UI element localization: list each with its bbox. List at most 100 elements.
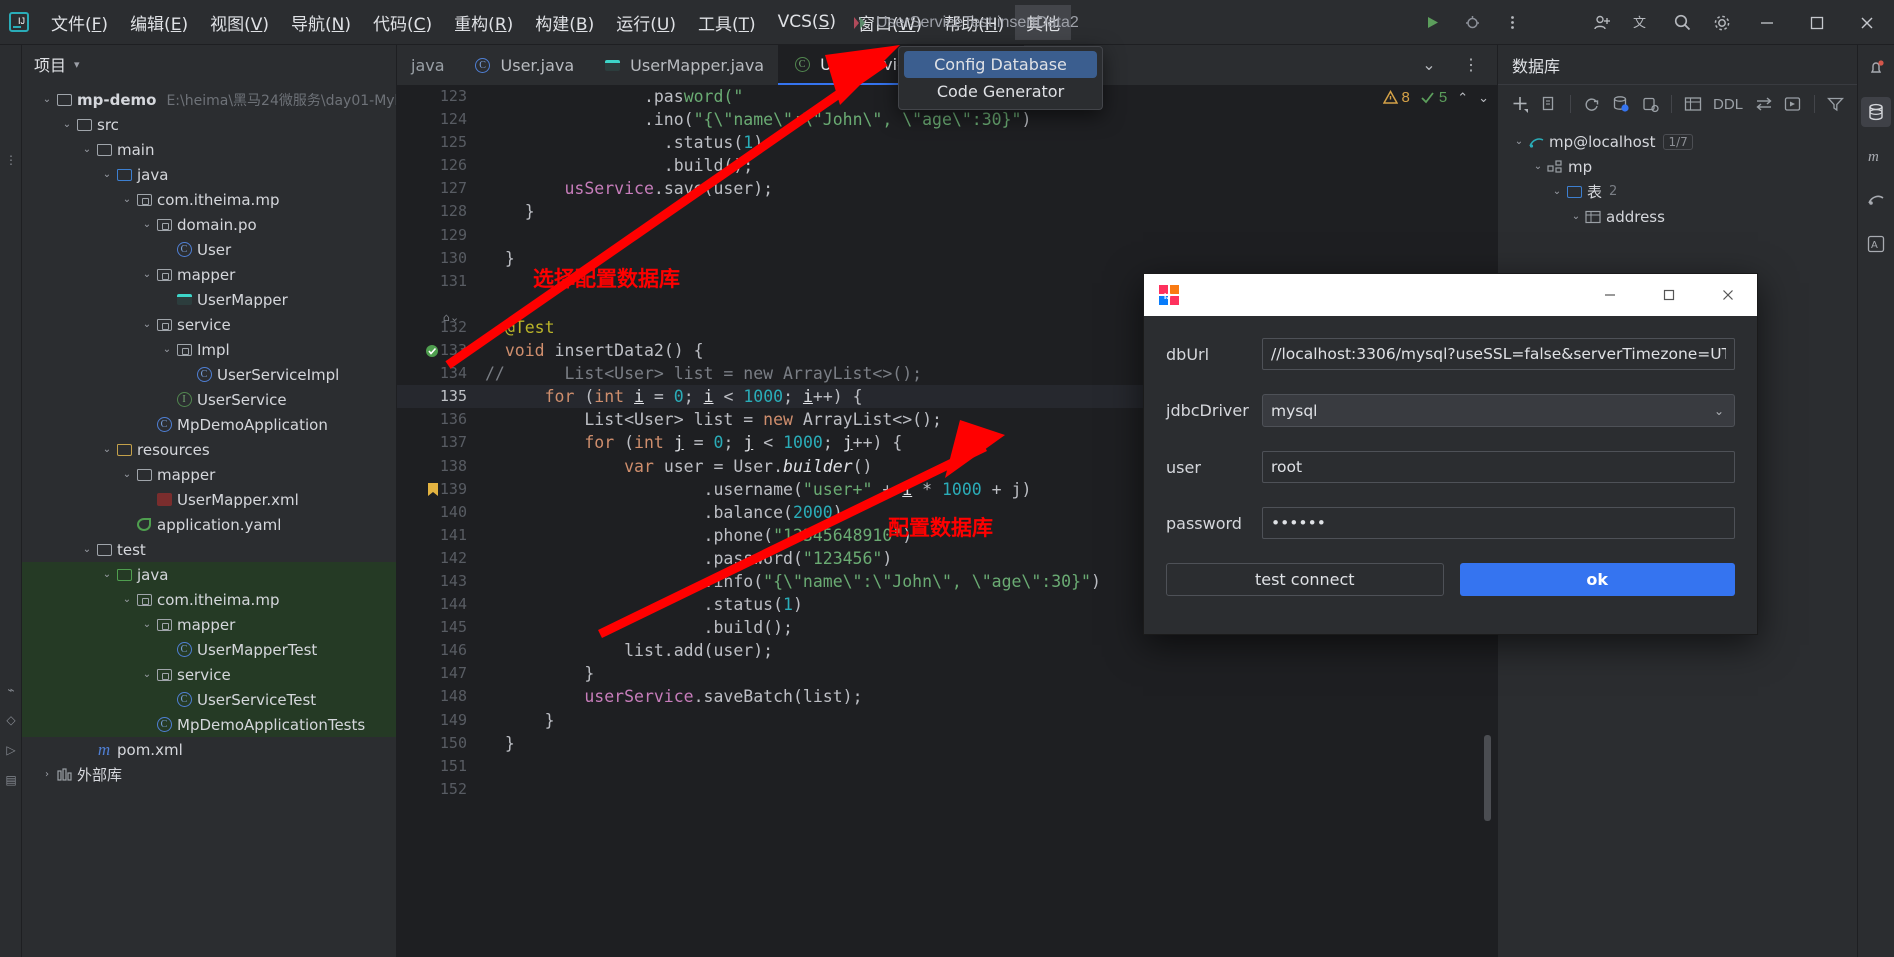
translation-tool-icon[interactable]: A <box>1861 229 1891 259</box>
dburl-input[interactable] <box>1262 338 1735 370</box>
search-icon[interactable] <box>1664 5 1700 41</box>
project-tree-item[interactable]: ⌄ src <box>22 112 396 137</box>
more-actions-button[interactable] <box>1494 5 1530 41</box>
gear-icon[interactable] <box>1704 5 1740 41</box>
rail-bookmarks-icon[interactable]: ⋮ <box>0 145 22 175</box>
test-connect-button[interactable]: test connect <box>1166 563 1444 596</box>
tree-expand-arrow[interactable]: ⌄ <box>140 319 154 330</box>
project-tree-item[interactable]: ⌄CUserMapperTest <box>22 637 396 662</box>
add-collaborator-icon[interactable] <box>1584 5 1620 41</box>
editor-tab-0[interactable]: java <box>397 45 459 85</box>
editor-tab-1[interactable]: C User.java <box>459 45 589 85</box>
tree-expand-arrow[interactable]: ⌄ <box>40 94 54 105</box>
tree-expand-arrow[interactable]: ⌄ <box>120 469 134 480</box>
tree-expand-arrow[interactable]: ⌄ <box>120 594 134 605</box>
menu-item-7[interactable]: 运行(U) <box>605 5 687 40</box>
tree-expand-arrow[interactable]: ⌄ <box>1531 161 1545 172</box>
tree-expand-arrow[interactable]: ⌄ <box>140 619 154 630</box>
menu-item-0[interactable]: 文件(F) <box>40 5 119 40</box>
project-tree-item[interactable]: ⌄ Impl <box>22 337 396 362</box>
dialog-close-button[interactable] <box>1698 274 1757 316</box>
tree-expand-arrow[interactable]: ⌄ <box>160 344 174 355</box>
project-tree-item[interactable]: ⌄ com.itheima.mp <box>22 587 396 612</box>
tree-expand-arrow[interactable]: ⌄ <box>100 169 114 180</box>
tree-expand-arrow[interactable]: ⌄ <box>120 194 134 205</box>
maximize-window-button[interactable] <box>1794 0 1840 45</box>
prev-highlight-icon[interactable]: ⌃ <box>1457 90 1468 106</box>
project-tree-item[interactable]: ⌄ test <box>22 537 396 562</box>
menu-item-6[interactable]: 构建(B) <box>524 5 605 40</box>
project-tree-item[interactable]: ⌄ domain.po <box>22 212 396 237</box>
database-tree-item[interactable]: ⌄ address <box>1498 204 1857 229</box>
project-tree-item[interactable]: ⌄ com.itheima.mp <box>22 187 396 212</box>
project-tree-item[interactable]: ⌄ mapper <box>22 262 396 287</box>
tree-expand-arrow[interactable]: ⌄ <box>1550 186 1564 197</box>
check-count[interactable]: 5 <box>1420 89 1447 106</box>
tree-expand-arrow[interactable]: ⌄ <box>1569 211 1583 222</box>
menu-item-4[interactable]: 代码(C) <box>362 5 443 40</box>
password-input[interactable] <box>1262 507 1735 539</box>
tree-expand-arrow[interactable]: ⌄ <box>100 569 114 580</box>
jdbcdriver-select[interactable]: mysql ⌄ <box>1262 394 1735 427</box>
project-tree-item[interactable]: ⌄mpom.xml <box>22 737 396 762</box>
run-configuration-selector[interactable]: UserServiceTest.insertData2 <box>840 8 1089 38</box>
user-input[interactable] <box>1262 451 1735 483</box>
editor-tab-2[interactable]: UserMapper.java <box>588 45 778 85</box>
close-window-button[interactable] <box>1844 0 1890 45</box>
filter-icon[interactable] <box>1822 90 1849 118</box>
menu-item-5[interactable]: 重构(R) <box>443 5 524 40</box>
tree-expand-arrow[interactable]: ⌄ <box>80 544 94 555</box>
rail-services-icon[interactable]: ▤ <box>0 765 22 795</box>
tree-expand-arrow[interactable]: ⌄ <box>60 119 74 130</box>
minimize-window-button[interactable] <box>1744 0 1790 45</box>
database-tool-icon[interactable] <box>1861 97 1891 127</box>
tree-expand-arrow[interactable]: ⌄ <box>140 269 154 280</box>
project-tree-item[interactable]: ⌄CMpDemoApplication <box>22 412 396 437</box>
gradle-tool-icon[interactable] <box>1861 185 1891 215</box>
tree-expand-arrow[interactable]: ⌄ <box>1512 136 1526 147</box>
project-tree-item[interactable]: ⌄UserMapper <box>22 287 396 312</box>
project-tree-item[interactable]: ⌄ service <box>22 312 396 337</box>
menu-item-8[interactable]: 工具(T) <box>687 5 767 40</box>
project-tree-item[interactable]: ⌄CUserServiceTest <box>22 687 396 712</box>
editor-scrollbar-thumb[interactable] <box>1484 735 1491 821</box>
run-icon[interactable] <box>1779 90 1806 118</box>
tree-expand-arrow[interactable]: › <box>40 769 54 780</box>
menu-item-1[interactable]: 编辑(E) <box>119 5 199 40</box>
project-tree-item[interactable]: ⌄ java <box>22 562 396 587</box>
tree-expand-arrow[interactable]: ⌄ <box>140 219 154 230</box>
tree-expand-arrow[interactable]: ⌄ <box>100 444 114 455</box>
data-source-properties-icon[interactable] <box>1607 90 1634 118</box>
sync-icon[interactable] <box>1750 90 1777 118</box>
database-tree-item[interactable]: ⌄ 表 2 <box>1498 179 1857 204</box>
add-icon[interactable] <box>1506 90 1533 118</box>
project-tree-item[interactable]: ⌄ service <box>22 662 396 687</box>
chevron-down-icon[interactable]: ▾ <box>74 58 80 71</box>
next-highlight-icon[interactable]: ⌄ <box>1478 90 1489 106</box>
project-tree-item[interactable]: › 外部库 <box>22 762 396 787</box>
project-tree-item[interactable]: ⌄IUserService <box>22 387 396 412</box>
rail-structure-icon[interactable]: ⌁ <box>0 675 22 705</box>
ddl-button[interactable]: DDL <box>1708 90 1748 118</box>
menu-item-2[interactable]: 视图(V) <box>199 5 280 40</box>
ok-button[interactable]: ok <box>1459 563 1735 596</box>
table-icon[interactable] <box>1679 90 1706 118</box>
tree-expand-arrow[interactable]: ⌄ <box>140 669 154 680</box>
project-panel-header[interactable]: 项目 ▾ <box>22 45 396 83</box>
debug-button[interactable] <box>1454 5 1490 41</box>
project-tree-item[interactable]: ⌄ java <box>22 162 396 187</box>
project-tree-item[interactable]: ⌄ mapper <box>22 462 396 487</box>
translate-icon[interactable]: 文 <box>1624 5 1660 41</box>
menu-item-3[interactable]: 导航(N) <box>280 5 362 40</box>
project-tree-item[interactable]: ⌄ mapper <box>22 612 396 637</box>
new-query-console-icon[interactable] <box>1637 90 1664 118</box>
refresh-icon[interactable] <box>1578 90 1605 118</box>
database-tree-item[interactable]: ⌄ mp <box>1498 154 1857 179</box>
menu-option-code-generator[interactable]: Code Generator <box>904 78 1097 105</box>
duplicate-icon[interactable] <box>1535 90 1562 118</box>
menu-option-config-database[interactable]: Config Database <box>904 51 1097 78</box>
run-button[interactable] <box>1414 5 1450 41</box>
project-tree-item[interactable]: ⌄CMpDemoApplicationTests <box>22 712 396 737</box>
project-tree-item[interactable]: ⌄UserMapper.xml <box>22 487 396 512</box>
project-tree-item[interactable]: ⌄ main <box>22 137 396 162</box>
